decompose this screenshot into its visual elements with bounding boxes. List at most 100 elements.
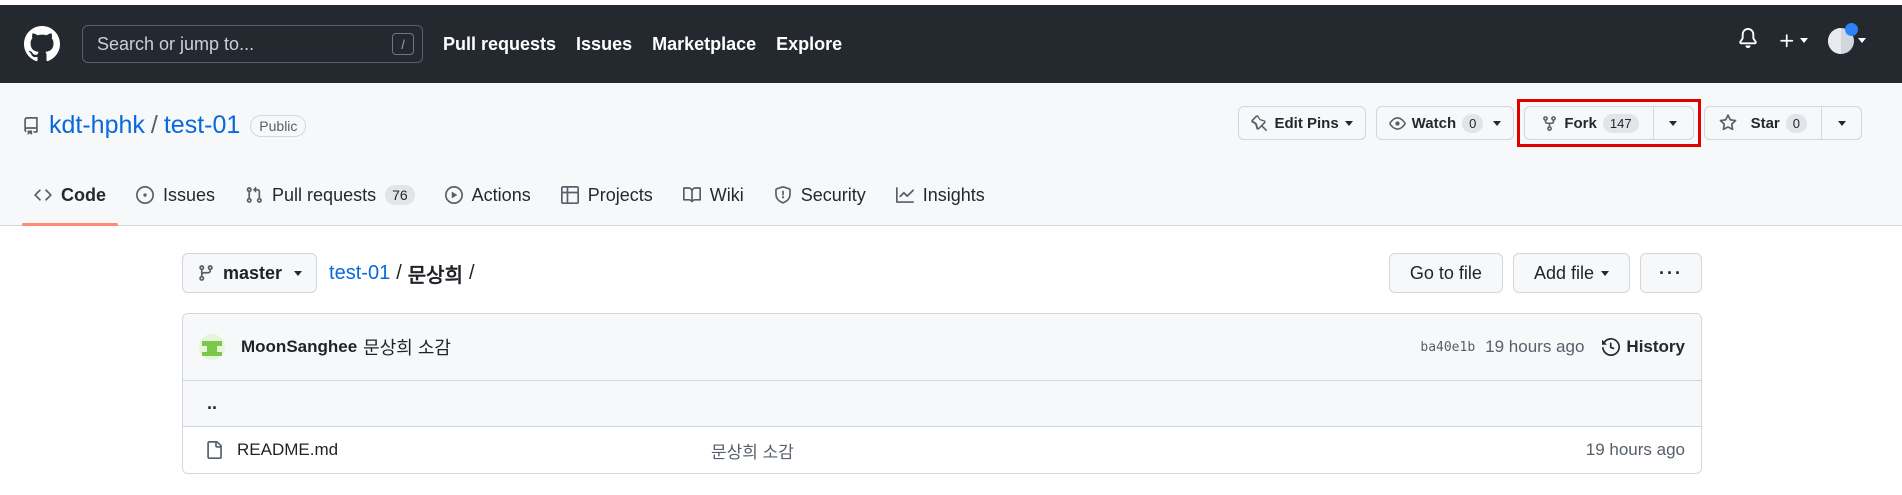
history-label: History [1626,337,1685,356]
history-link[interactable]: History [1602,337,1685,357]
repo-tabs: Code Issues Pull requests 76 Actions Pro… [22,175,1003,226]
commit-author-link[interactable]: MoonSanghee [241,337,357,357]
shield-icon [774,186,791,204]
code-icon [34,189,52,201]
commit-message-link[interactable]: 문상희 소감 [363,334,451,360]
plus-icon [1780,33,1794,47]
tab-insights[interactable]: Insights [884,175,997,215]
repo-icon [22,116,40,135]
avatar [1828,22,1858,54]
git-branch-icon [199,265,213,281]
chevron-down-icon [1601,270,1609,276]
fork-button-group: Fork 147 [1517,99,1701,147]
watch-count: 0 [1462,113,1484,133]
pin-icon [1251,114,1268,131]
global-nav: Pull requests Issues Marketplace Explore [443,34,842,55]
branch-name: master [223,262,283,283]
breadcrumb-separator: / [468,261,475,284]
fork-button[interactable]: Fork 147 [1524,106,1654,140]
add-file-button[interactable]: Add file [1512,253,1630,293]
github-logo-icon[interactable] [22,24,62,64]
latest-commit-row: MoonSanghee 문상희 소감 ba40e1b 19 hours ago … [183,314,1701,381]
user-menu-button[interactable] [1828,22,1866,54]
bell-icon[interactable] [1738,27,1758,54]
history-icon [1602,338,1621,356]
nav-explore[interactable]: Explore [776,34,842,55]
file-name-link[interactable]: README.md [237,440,711,460]
repo-actions: Edit Pins Watch 0 Fork 147 Star 0 [1238,99,1862,147]
tab-pull-requests[interactable]: Pull requests 76 [233,175,427,215]
repo-path-separator: / [150,111,158,139]
fork-label: Fork [1564,114,1597,132]
tab-projects[interactable]: Projects [549,175,665,215]
nav-marketplace[interactable]: Marketplace [652,34,756,55]
table-icon [560,186,579,204]
table-row[interactable]: README.md 문상희 소감 19 hours ago [183,427,1701,473]
chevron-down-icon [1800,38,1808,43]
visibility-badge: Public [250,114,307,137]
breadcrumb-separator: / [396,261,402,284]
edit-pins-button[interactable]: Edit Pins [1238,106,1366,140]
nav-issues[interactable]: Issues [576,34,632,55]
star-button[interactable]: Star 0 [1703,106,1822,140]
tab-security[interactable]: Security [762,175,878,215]
tab-issues[interactable]: Issues [124,175,227,215]
star-label: Star [1750,114,1780,132]
search-shortcut-key: / [392,33,414,55]
graph-icon [895,187,914,203]
chevron-down-icon [1858,38,1866,43]
file-age: 19 hours ago [1585,440,1685,459]
commit-sha-link[interactable]: ba40e1b [1420,340,1475,355]
header-right [1738,22,1866,54]
tab-label: Actions [471,184,531,205]
star-button-group: Star 0 [1703,106,1862,140]
tab-label: Pull requests [272,184,377,205]
play-icon [444,186,463,204]
parent-directory-link[interactable]: .. [183,381,1701,427]
breadcrumb: test-01 / 문상희 / [329,259,474,288]
star-dropdown-button[interactable] [1822,106,1862,140]
breadcrumb-current: 문상희 [407,264,463,287]
book-icon [682,187,701,203]
repo-header: kdt-hphk / test-01 Public Edit Pins Watc… [0,83,1902,226]
tab-label: Security [800,184,866,205]
file-list: MoonSanghee 문상희 소감 ba40e1b 19 hours ago … [182,313,1702,474]
search-placeholder: Search or jump to... [97,33,255,54]
watch-button[interactable]: Watch 0 [1375,106,1515,140]
tab-label: Issues [163,184,216,205]
fork-dropdown-button[interactable] [1653,106,1694,140]
branch-select-button[interactable]: master [182,253,318,293]
search-input[interactable]: Search or jump to... / [82,25,423,63]
star-icon [1719,114,1736,131]
file-toolbar-actions: Go to file Add file ··· [1388,253,1702,293]
tab-wiki[interactable]: Wiki [671,175,756,215]
tab-label: Insights [922,184,985,205]
tab-label: Wiki [709,184,744,205]
repo-name-link[interactable]: test-01 [164,111,240,140]
chevron-down-icon [1837,120,1846,126]
watch-label: Watch [1411,114,1457,132]
tab-code[interactable]: Code [22,175,118,226]
create-new-button[interactable] [1778,32,1808,50]
file-commit-message-link[interactable]: 문상희 소감 [711,438,794,463]
repo-title: kdt-hphk / test-01 Public [22,111,307,140]
pull-requests-counter: 76 [385,185,415,205]
go-to-file-button[interactable]: Go to file [1388,253,1503,293]
tab-actions[interactable]: Actions [433,175,543,215]
breadcrumb-root-link[interactable]: test-01 [329,262,390,285]
git-pull-request-icon [246,186,262,203]
avatar[interactable] [199,334,225,360]
global-header: Search or jump to... / Pull requests Iss… [0,5,1902,83]
nav-pull-requests[interactable]: Pull requests [443,34,556,55]
commit-meta: ba40e1b 19 hours ago History [1420,337,1685,357]
repo-forked-icon [1543,115,1557,131]
commit-age: 19 hours ago [1485,337,1585,356]
chevron-down-icon [1669,120,1678,126]
chevron-down-icon [294,270,303,276]
chevron-down-icon [1493,120,1502,126]
tab-label: Code [61,184,106,205]
repo-owner-link[interactable]: kdt-hphk [49,111,145,140]
more-options-button[interactable]: ··· [1640,253,1702,293]
tab-label: Projects [587,184,653,205]
fork-count: 147 [1602,113,1639,133]
